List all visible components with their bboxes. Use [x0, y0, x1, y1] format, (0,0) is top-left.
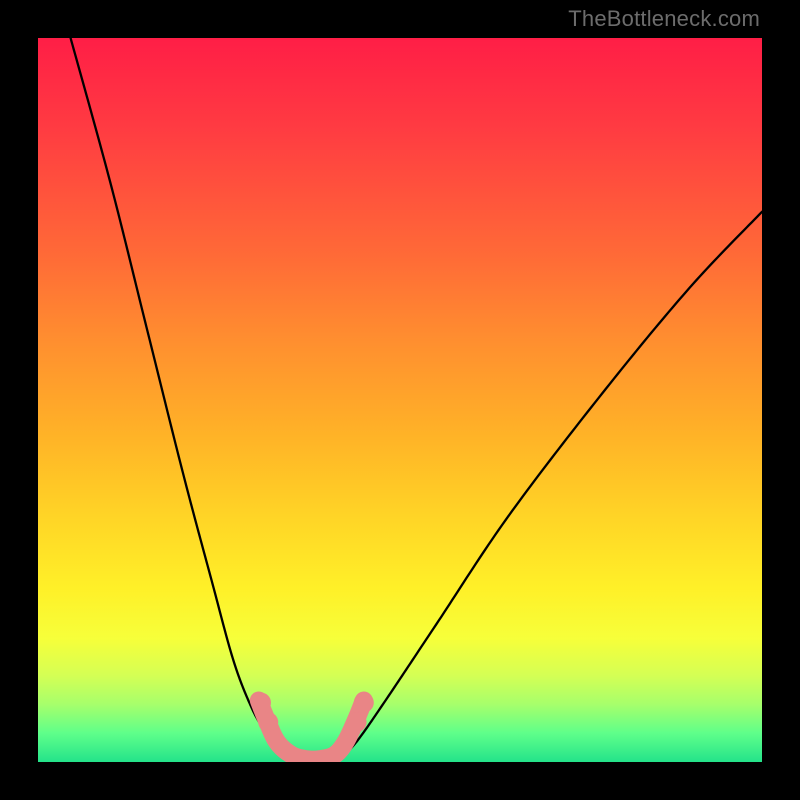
chart-svg — [38, 38, 762, 762]
watermark-text: TheBottleneck.com — [568, 6, 760, 32]
chart-frame: TheBottleneck.com — [0, 0, 800, 800]
trough-marker — [251, 693, 374, 760]
curve-left — [71, 38, 288, 760]
chart-plot-area — [38, 38, 762, 762]
curve-right — [338, 212, 762, 760]
